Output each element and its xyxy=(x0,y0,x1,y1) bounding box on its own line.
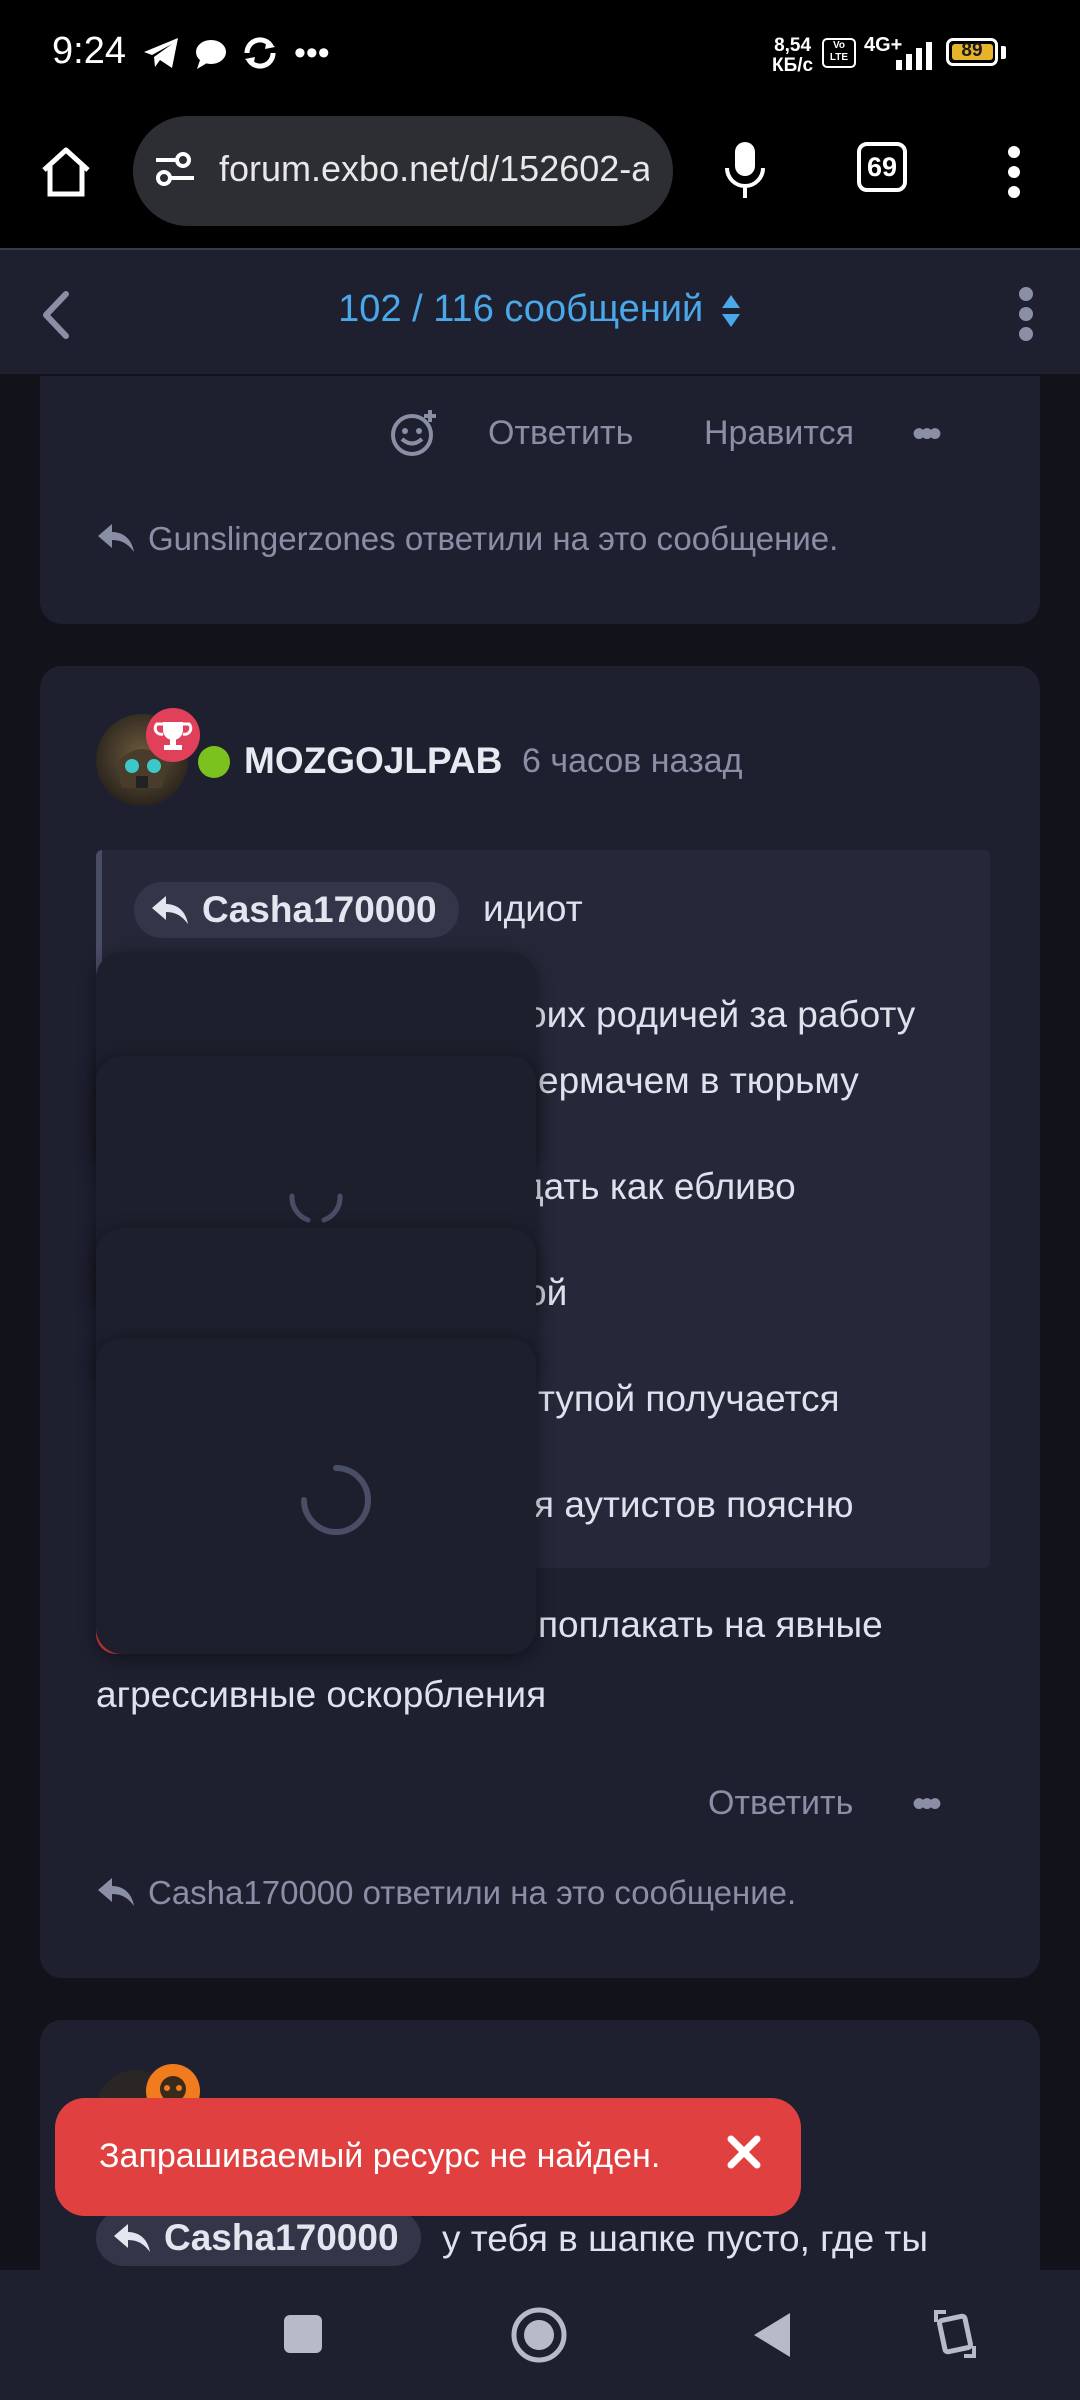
post-username[interactable]: MOZGOJLPAB xyxy=(244,740,502,782)
like-button[interactable]: Нравится xyxy=(704,414,854,453)
post-more-button[interactable]: ••• xyxy=(912,412,942,457)
quote-line: ермачем в тюрьму xyxy=(538,1060,859,1101)
quote-line: я аутистов поясню xyxy=(534,1484,854,1525)
browser-menu-icon[interactable] xyxy=(1006,146,1022,198)
toast-message: Запрашиваемый ресурс не найден. xyxy=(99,2137,661,2175)
network-speed: 8,54 КБ/с xyxy=(772,35,814,76)
post-body-line: агрессивные оскорбления xyxy=(96,1674,547,1715)
reply-arrow-icon xyxy=(96,1874,136,1910)
sync-icon xyxy=(240,33,280,73)
discussion-menu-icon[interactable] xyxy=(1018,286,1034,342)
sort-icon xyxy=(720,293,742,329)
volte-icon: Vo LTE xyxy=(822,38,856,68)
reply-button[interactable]: Ответить xyxy=(488,414,633,453)
reply-arrow-icon xyxy=(114,2224,150,2252)
loading-panel xyxy=(96,1338,536,1654)
url-text[interactable]: forum.exbo.net/d/152602-a xyxy=(219,148,649,190)
tab-switcher-button[interactable]: 69 xyxy=(857,142,907,192)
replies-note[interactable]: Gunslingerzones ответили на это сообщени… xyxy=(148,520,838,558)
post-counter-text: 102 / 116 сообщений xyxy=(338,288,704,330)
reply-arrow-icon xyxy=(96,520,136,556)
signal-icon xyxy=(866,40,936,70)
quote-first-text: идиот xyxy=(483,888,583,929)
post-more-button[interactable]: ••• xyxy=(912,1782,942,1827)
more-notifications-icon: ••• xyxy=(294,34,330,72)
status-time: 9:24 xyxy=(52,30,126,72)
back-button[interactable] xyxy=(750,2310,794,2360)
close-icon[interactable] xyxy=(726,2134,762,2170)
reply-mention[interactable]: Casha170000 xyxy=(96,2210,421,2266)
trophy-badge xyxy=(146,708,200,762)
chat-bubble-icon xyxy=(194,38,228,70)
replies-note[interactable]: Casha170000 ответили на это сообщение. xyxy=(148,1874,796,1912)
home-icon[interactable] xyxy=(38,146,94,198)
quote-line: тупой получается xyxy=(538,1378,840,1419)
quote-mention-label: Casha170000 xyxy=(202,889,437,930)
microphone-icon[interactable] xyxy=(722,140,768,202)
post-body-line: у тебя в шапке пусто, где ты xyxy=(442,2218,928,2259)
rotate-screen-icon[interactable] xyxy=(932,2308,978,2360)
post-scrubber[interactable]: 102 / 116 сообщений xyxy=(0,288,1080,331)
battery-tip xyxy=(1001,46,1006,59)
reply-button[interactable]: Ответить xyxy=(708,1784,853,1823)
battery-icon: 89 xyxy=(946,38,998,66)
spinner-icon xyxy=(301,1465,371,1535)
recents-button[interactable] xyxy=(284,2315,322,2353)
trophy-icon xyxy=(153,722,193,750)
reply-mention-label: Casha170000 xyxy=(164,2217,399,2258)
telegram-icon xyxy=(142,36,180,70)
quote-mention[interactable]: Casha170000 xyxy=(134,882,459,938)
add-reaction-icon[interactable] xyxy=(390,408,440,458)
quote-line: оих родичей за работу xyxy=(526,994,916,1035)
quote-line: дать как ебливо xyxy=(522,1166,796,1207)
post-body-line: поплакать на явные xyxy=(538,1604,883,1645)
site-settings-icon[interactable] xyxy=(152,150,198,190)
reply-arrow-icon xyxy=(152,896,188,924)
home-button[interactable] xyxy=(510,2306,568,2364)
post-time[interactable]: 6 часов назад xyxy=(522,742,742,781)
online-indicator xyxy=(198,746,230,778)
